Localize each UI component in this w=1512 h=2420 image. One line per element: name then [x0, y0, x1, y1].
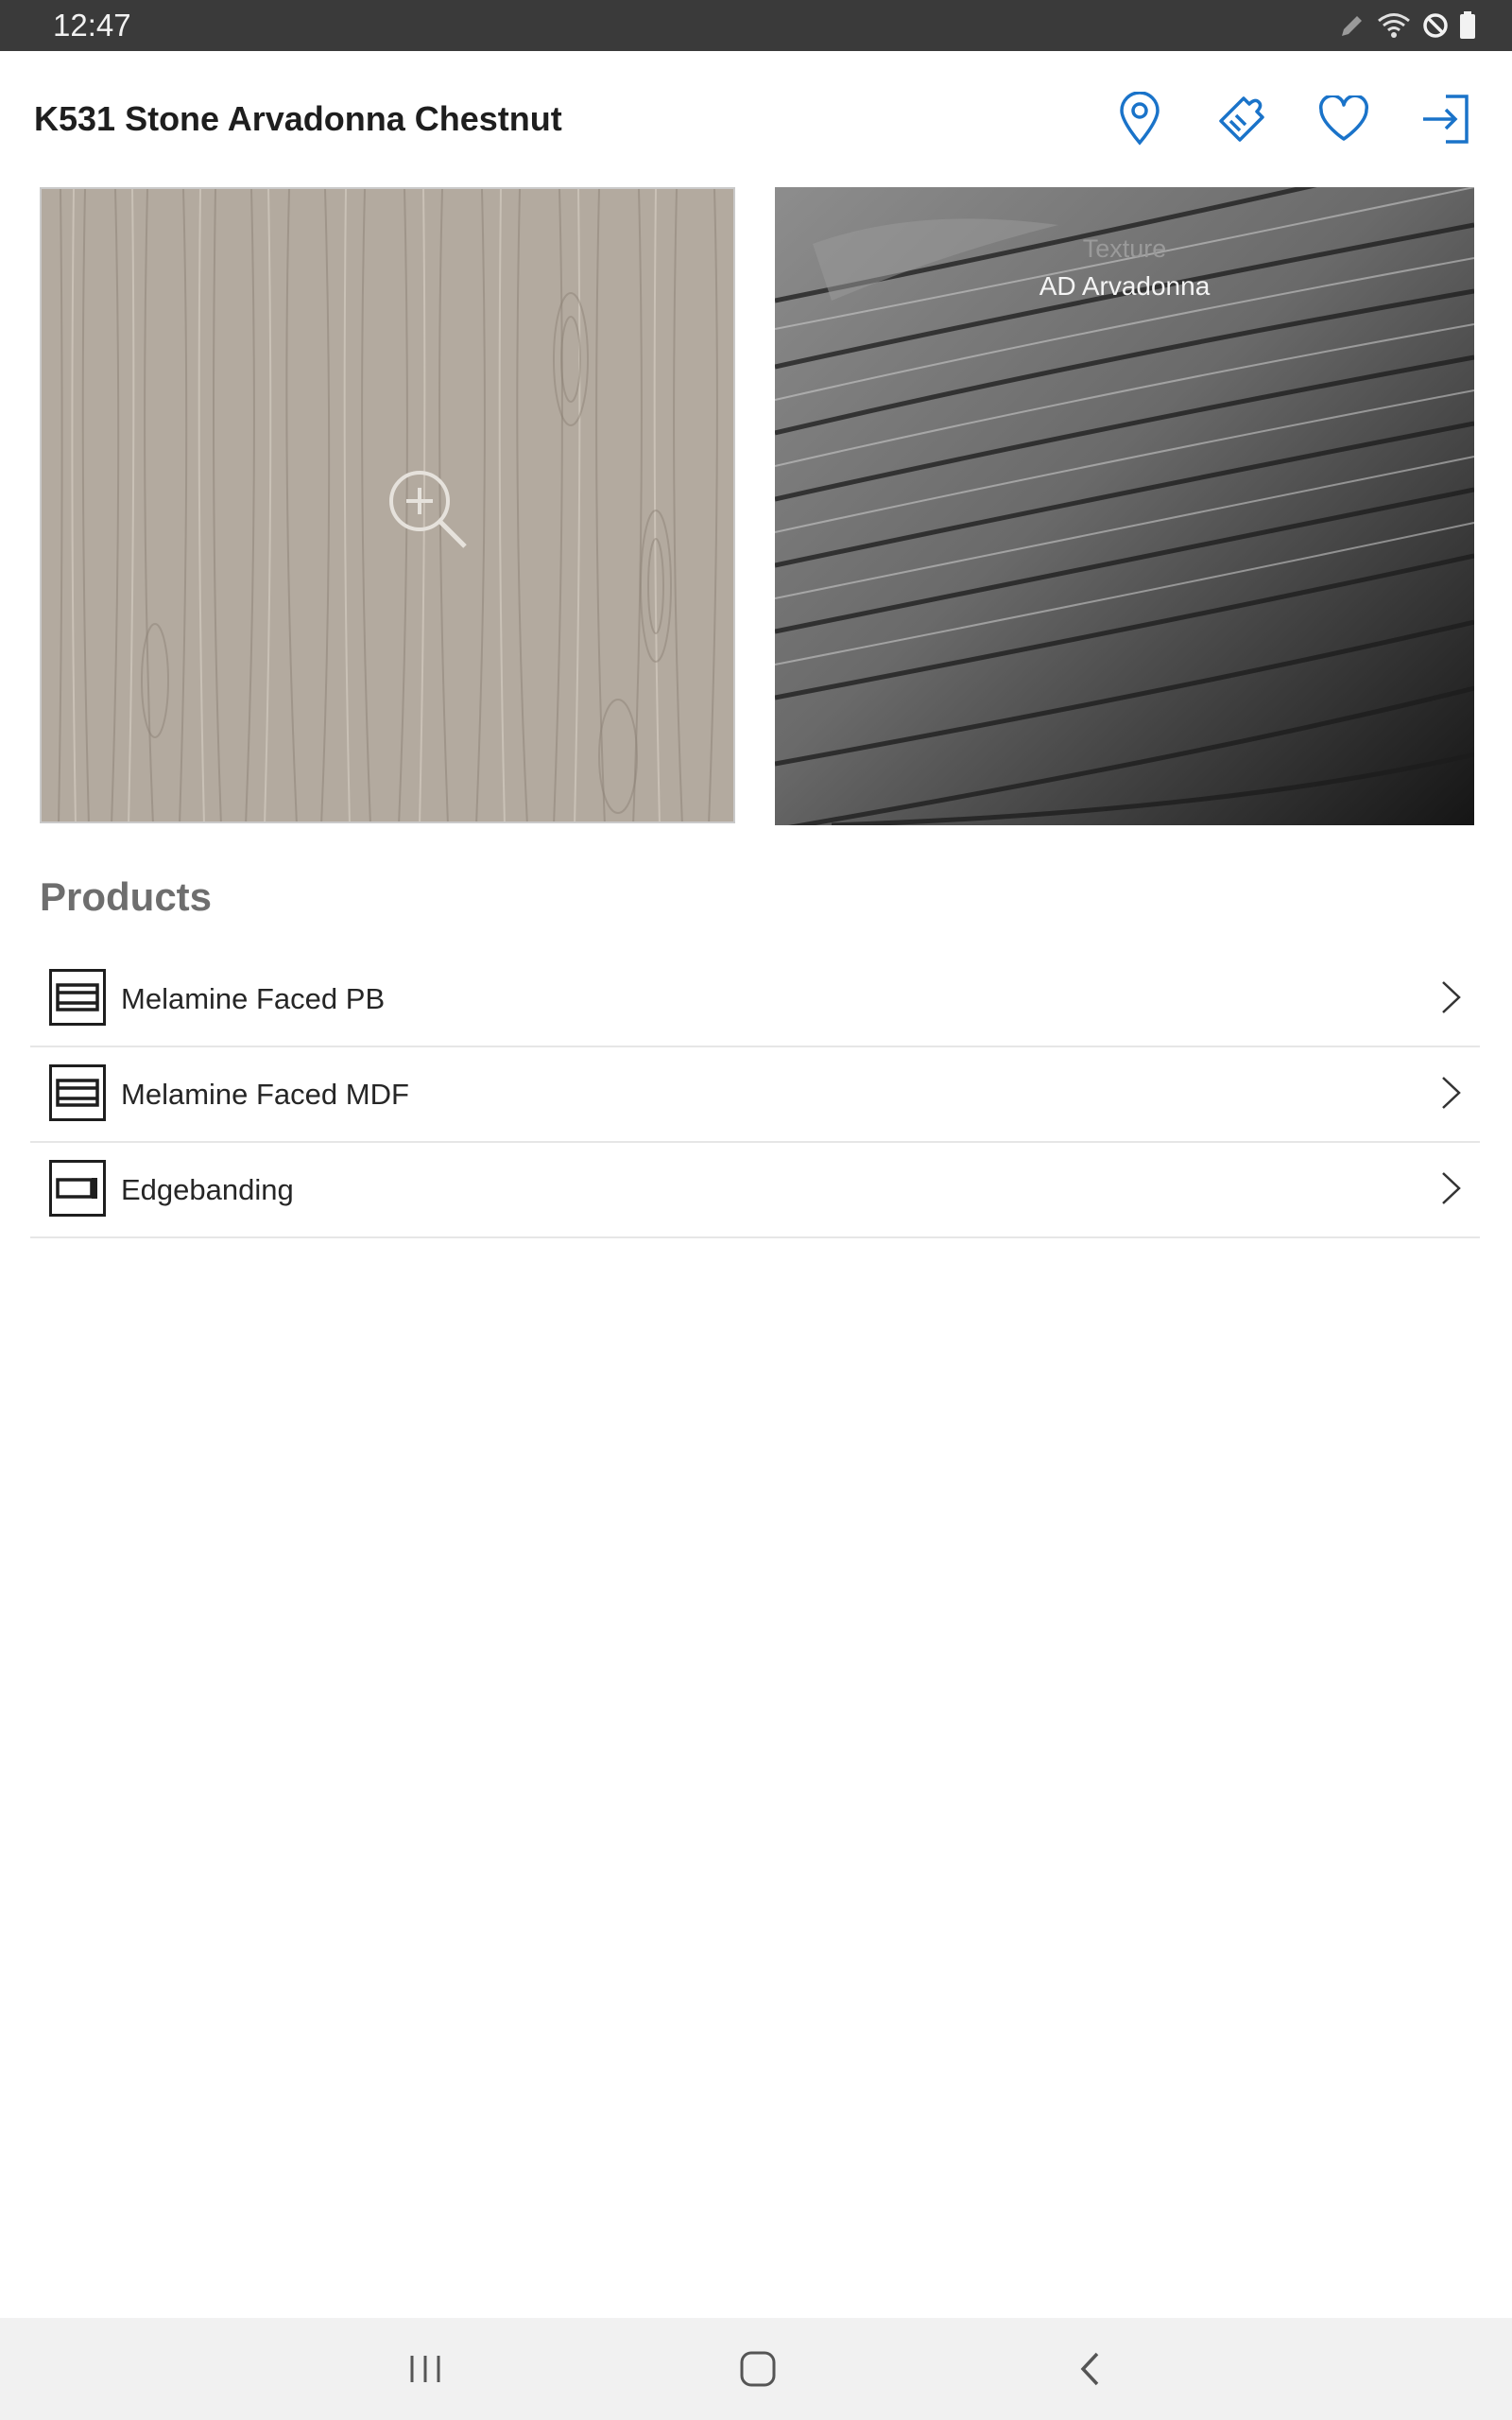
header-actions [1109, 89, 1476, 149]
chevron-right-icon [1442, 981, 1461, 1013]
product-item-edgebanding[interactable]: Edgebanding [30, 1143, 1480, 1238]
location-button[interactable] [1109, 89, 1170, 149]
board-icon [49, 1064, 106, 1121]
product-item-melamine-faced-mdf[interactable]: Melamine Faced MDF [30, 1047, 1480, 1143]
do-not-disturb-icon [1423, 13, 1448, 38]
status-bar: 12:47 [0, 0, 1512, 51]
product-label: Edgebanding [121, 1173, 294, 1206]
texture-caption: Texture AD Arvadonna [775, 233, 1474, 304]
pen-icon [1342, 16, 1362, 36]
page-title: K531 Stone Arvadonna Chestnut [34, 99, 562, 138]
products-list: Melamine Faced PB Melamine Faced MDF Edg… [30, 952, 1480, 1238]
status-time: 12:47 [53, 8, 131, 43]
zoom-in-icon[interactable] [386, 467, 471, 552]
location-pin-icon [1120, 92, 1160, 146]
sign-in-icon [1423, 95, 1469, 144]
back-button[interactable] [1053, 2337, 1128, 2401]
texture-name: AD Arvadonna [1039, 271, 1211, 301]
wifi-icon [1378, 13, 1410, 38]
product-label: Melamine Faced PB [121, 982, 386, 1015]
system-nav-bar [0, 2318, 1512, 2420]
recent-apps-icon [410, 2356, 440, 2382]
home-button[interactable] [720, 2337, 796, 2401]
chevron-right-icon [1442, 1077, 1461, 1109]
recent-apps-button[interactable] [387, 2337, 463, 2401]
texture-label: Texture [1082, 234, 1167, 263]
home-icon [740, 2351, 776, 2387]
texture-image[interactable]: Texture AD Arvadonna [775, 187, 1474, 825]
back-icon [1080, 2352, 1099, 2386]
battery-icon [1460, 11, 1475, 39]
status-icons [1338, 9, 1476, 42]
tag-icon [1219, 96, 1264, 142]
sign-in-button[interactable] [1416, 89, 1476, 149]
chevron-right-icon [1442, 1172, 1461, 1204]
tag-button[interactable] [1211, 89, 1272, 149]
board-icon [49, 969, 106, 1026]
header: K531 Stone Arvadonna Chestnut [0, 51, 1512, 187]
favorite-button[interactable] [1314, 89, 1374, 149]
edgeband-icon [49, 1160, 106, 1217]
decor-swatch-image[interactable] [40, 187, 735, 823]
heart-icon [1319, 95, 1368, 141]
product-item-melamine-faced-pb[interactable]: Melamine Faced PB [30, 952, 1480, 1047]
products-section-title: Products [40, 874, 213, 919]
product-label: Melamine Faced MDF [121, 1078, 409, 1111]
